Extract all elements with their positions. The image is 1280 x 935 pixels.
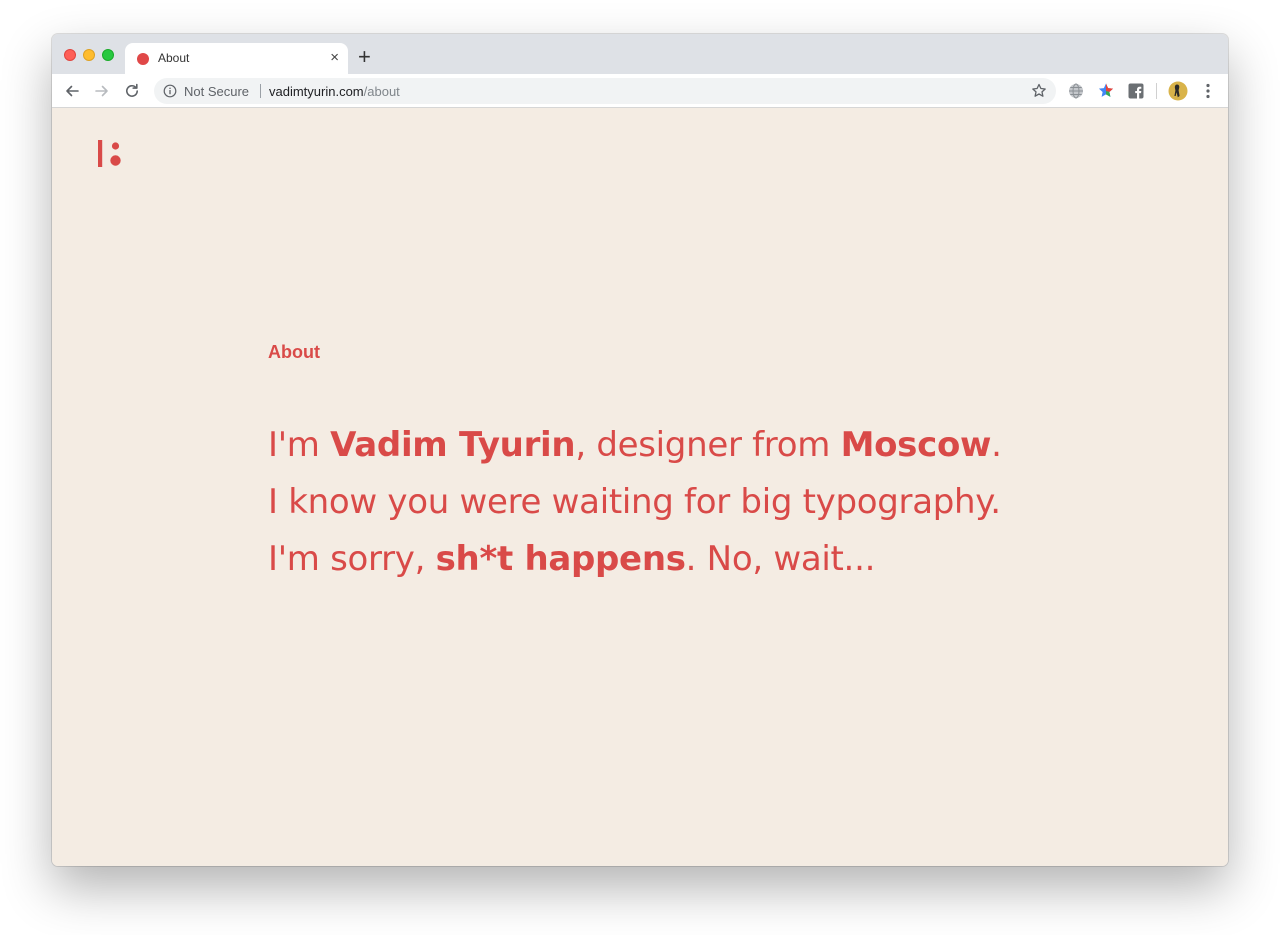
browser-window: About × + Not Secure vadimtyurin.com/abo…: [52, 34, 1228, 866]
bookmark-star-icon[interactable]: [1030, 82, 1048, 100]
phrase-highlight: sh*t happens: [435, 539, 686, 579]
bio-line-1: I'm Vadim Tyurin, designer from Moscow.: [268, 417, 1168, 474]
url-host: vadimtyurin.com: [269, 84, 364, 99]
new-tab-button[interactable]: +: [358, 44, 371, 70]
back-arrow-icon[interactable]: [62, 81, 82, 101]
browser-toolbar: Not Secure vadimtyurin.com/about: [52, 74, 1228, 108]
site-logo[interactable]: [97, 137, 123, 169]
menu-dots-icon[interactable]: [1198, 81, 1218, 101]
tab-title: About: [158, 51, 190, 65]
omnibox-divider: [260, 84, 261, 98]
close-window-button[interactable]: [64, 49, 76, 61]
bio-text-span: . No, wait...: [685, 539, 876, 579]
favicon-icon: [137, 53, 149, 65]
section-label: About: [268, 342, 320, 362]
bio-text-span: I'm: [268, 425, 331, 465]
profile-avatar[interactable]: [1168, 81, 1188, 101]
extension-star-icon[interactable]: [1097, 82, 1115, 100]
close-tab-button[interactable]: ×: [330, 48, 339, 68]
bio-text-span: , designer from: [575, 425, 841, 465]
globe-icon[interactable]: [1067, 82, 1085, 100]
tab-strip: About × +: [52, 34, 1228, 74]
bio-text-span: .: [991, 425, 1002, 465]
bio-text: I'm Vadim Tyurin, designer from Moscow . …: [268, 417, 1168, 588]
bio-text-span: I know you were waiting for big typograp…: [268, 482, 1001, 522]
security-status[interactable]: Not Secure: [184, 84, 249, 99]
url-path: /about: [363, 84, 400, 99]
minimize-window-button[interactable]: [83, 49, 95, 61]
maximize-window-button[interactable]: [102, 49, 114, 61]
facebook-icon[interactable]: [1127, 82, 1145, 100]
reload-icon[interactable]: [122, 81, 142, 101]
bio-line-2: I know you were waiting for big typograp…: [268, 474, 1168, 531]
bio-text-span: I'm sorry,: [268, 539, 436, 579]
forward-arrow-icon[interactable]: [92, 81, 112, 101]
page-content: About I'm Vadim Tyurin, designer from Mo…: [52, 109, 1228, 866]
info-icon[interactable]: [163, 84, 177, 98]
toolbar-divider: [1156, 83, 1157, 99]
address-bar[interactable]: Not Secure vadimtyurin.com/about: [154, 78, 1056, 104]
tab-about[interactable]: About ×: [125, 43, 348, 74]
url-text[interactable]: vadimtyurin.com/about: [269, 84, 400, 99]
bio-line-3: I'm sorry, sh*t happens. No, wait...: [268, 531, 1168, 588]
name-highlight: Vadim Tyurin: [330, 425, 576, 465]
city-highlight: Moscow: [840, 425, 992, 465]
